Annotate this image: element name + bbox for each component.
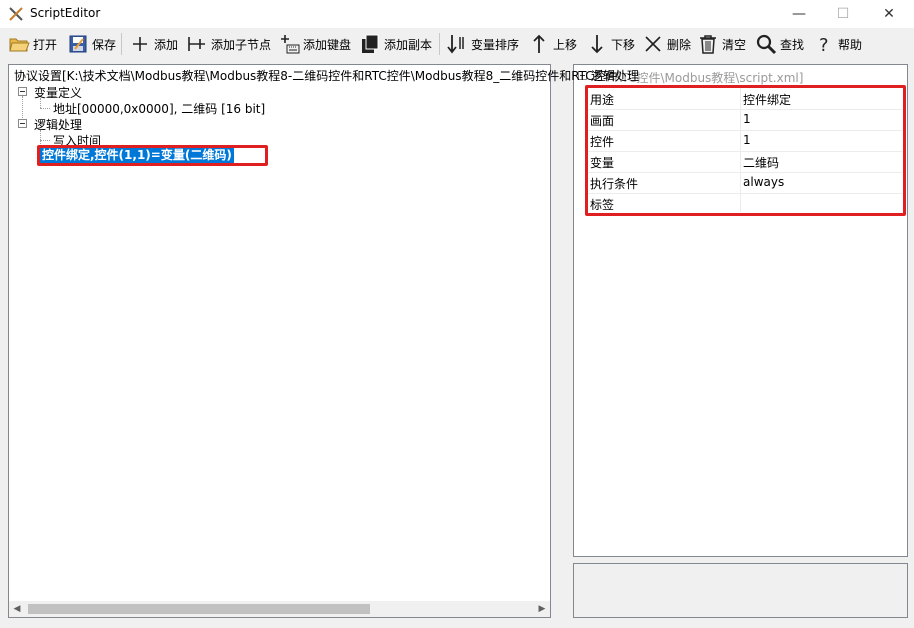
open-button[interactable]: 打开	[8, 31, 57, 57]
tree-connector	[40, 140, 50, 141]
add-keyboard-label: 添加键盘	[303, 37, 352, 52]
horizontal-scrollbar[interactable]: ◀ ▶	[9, 601, 550, 617]
scroll-left-arrow-icon[interactable]: ◀	[9, 601, 25, 617]
scroll-thumb[interactable]	[28, 604, 370, 614]
save-disk-icon	[69, 35, 87, 53]
open-label: 打开	[33, 37, 58, 52]
arrow-down-icon	[591, 35, 603, 54]
folder-open-icon	[9, 38, 30, 52]
add-child-button[interactable]: 添加子节点	[186, 31, 271, 57]
sort-variables-button[interactable]: 变量排序	[446, 31, 519, 57]
keyboard-icon	[281, 35, 300, 54]
add-child-label: 添加子节点	[211, 37, 272, 52]
arrow-up-icon	[533, 34, 545, 53]
app-tools-icon	[9, 7, 23, 21]
plus-icon	[133, 37, 147, 51]
minimize-button[interactable]: —	[776, 0, 822, 28]
collapse-toggle-logic[interactable]	[18, 119, 27, 128]
sort-down-icon	[447, 35, 464, 54]
add-label: 添加	[154, 37, 179, 52]
close-button[interactable]: ✕	[866, 0, 912, 28]
help-button[interactable]: ? 帮助	[813, 31, 862, 57]
clear-button[interactable]: 清空	[697, 31, 746, 57]
tree-node-logic[interactable]: 逻辑处理	[34, 116, 82, 133]
script-editor-window: ScriptEditor — ☐ ✕ 打开 保存 添加 添加子节点 添加键盘 添…	[0, 0, 914, 628]
move-up-button[interactable]: 上移	[528, 31, 577, 57]
find-label: 查找	[780, 37, 805, 52]
toolbar-divider	[121, 33, 122, 55]
tree-root-label: 协议设置[K:\技术文档\Modbus教程\Modbus教程8-二维码控件和RT…	[14, 69, 618, 83]
highlight-box-tree	[37, 145, 268, 166]
clear-label: 清空	[722, 37, 747, 52]
delete-button[interactable]: 删除	[642, 31, 691, 57]
property-description-panel	[573, 563, 908, 618]
collapse-toggle-var-def[interactable]	[18, 87, 27, 96]
toolbar-divider	[439, 33, 440, 55]
window-title: ScriptEditor	[30, 6, 101, 20]
move-down-button[interactable]: 下移	[586, 31, 635, 57]
maximize-button[interactable]: ☐	[820, 0, 866, 28]
move-up-label: 上移	[553, 37, 578, 52]
copy-document-icon	[362, 34, 379, 53]
tree-root-node[interactable]: 协议设置[K:\技术文档\Modbus教程\Modbus教程8-二维码控件和RT…	[14, 67, 618, 84]
scroll-right-arrow-icon[interactable]: ▶	[534, 601, 550, 617]
add-copy-label: 添加副本	[384, 37, 433, 52]
add-keyboard-button[interactable]: 添加键盘	[278, 31, 351, 57]
help-label: 帮助	[838, 37, 863, 52]
delete-x-icon	[645, 36, 661, 52]
add-child-node-icon	[188, 37, 205, 51]
svg-text:?: ?	[819, 35, 829, 55]
save-button[interactable]: 保存	[67, 31, 116, 57]
title-bar: ScriptEditor — ☐ ✕	[0, 0, 914, 28]
help-question-icon: ?	[819, 35, 829, 55]
tree-node-var-def[interactable]: 变量定义	[34, 84, 82, 101]
highlight-box-properties	[585, 85, 906, 216]
search-icon	[756, 34, 777, 55]
move-down-label: 下移	[611, 37, 636, 52]
tree-connector	[40, 108, 50, 109]
save-label: 保存	[92, 37, 117, 52]
add-button[interactable]: 添加	[129, 31, 178, 57]
toolbar: 打开 保存 添加 添加子节点 添加键盘 添加副本 变量排序 上移 下移 删除 清…	[0, 28, 914, 60]
add-copy-button[interactable]: 添加副本	[359, 31, 432, 57]
trash-icon	[700, 35, 716, 54]
sort-variables-label: 变量排序	[471, 37, 520, 52]
tree-root-overflow-text: RTC控件\Modbus教程\script.xml]	[614, 71, 804, 85]
delete-label: 删除	[667, 37, 692, 52]
tree-node-var-item[interactable]: 地址[00000,0x0000], 二维码 [16 bit]	[53, 100, 265, 117]
find-button[interactable]: 查找	[755, 31, 804, 57]
